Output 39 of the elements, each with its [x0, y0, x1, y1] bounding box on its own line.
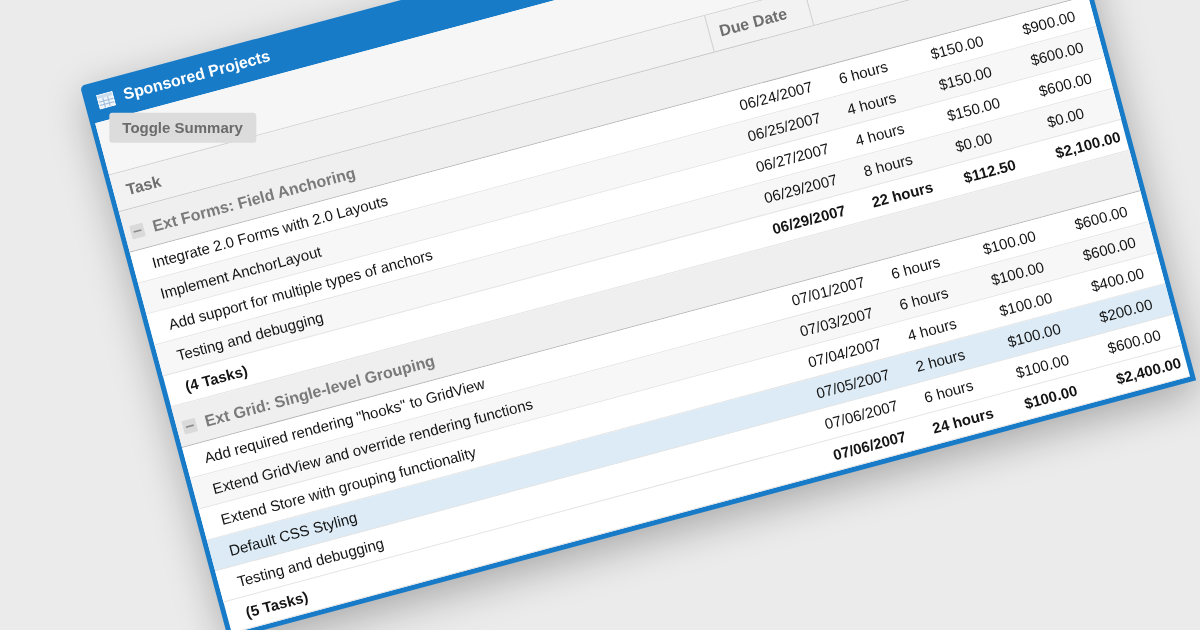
amount-value: $600.00 — [1080, 232, 1138, 264]
hours-value: 4 hours — [853, 119, 906, 149]
hours-value: 4 hours — [905, 314, 959, 344]
amount-value: $0.00 — [1045, 103, 1086, 131]
amount-value: $100.00 — [1022, 381, 1079, 412]
amount-value: $600.00 — [1105, 325, 1163, 357]
column-header: Task — [124, 172, 163, 199]
amount-value: $100.00 — [1013, 350, 1071, 381]
toggle-summary-button[interactable]: Toggle Summary — [109, 112, 256, 143]
amount-value: $150.00 — [928, 31, 986, 62]
hours-value: 22 hours — [869, 177, 935, 211]
hours-value: 8 hours — [861, 149, 915, 180]
amount-value: $150.00 — [945, 93, 1002, 124]
amount-value: $900.00 — [1020, 6, 1077, 38]
amount-value: $200.00 — [1097, 294, 1155, 326]
task-count: (5 Tasks) — [243, 587, 310, 621]
hours-value: 4 hours — [844, 88, 898, 118]
collapse-icon[interactable] — [181, 417, 199, 435]
hours-value: 6 hours — [888, 252, 942, 282]
grid-icon — [95, 90, 117, 110]
amount-value: $100.00 — [1005, 319, 1063, 350]
hours-value: 2 hours — [913, 345, 967, 375]
amount-value: $0.00 — [953, 128, 994, 155]
amount-value: $100.00 — [997, 288, 1055, 319]
hours-value: 24 hours — [930, 403, 996, 437]
task-count: (4 Tasks) — [183, 361, 250, 395]
amount-value: $400.00 — [1089, 263, 1146, 295]
hours-value: 6 hours — [897, 283, 950, 313]
hours-value: 6 hours — [922, 375, 975, 406]
amount-value: $100.00 — [980, 226, 1038, 258]
amount-value: $150.00 — [936, 62, 994, 93]
amount-value: $100.00 — [989, 257, 1046, 288]
column-header: Due Date — [717, 4, 789, 40]
amount-value: $600.00 — [1072, 202, 1130, 233]
amount-value: $600.00 — [1036, 68, 1094, 100]
amount-value: $112.50 — [961, 155, 1018, 186]
hours-value: 6 hours — [836, 57, 890, 87]
amount-value: $600.00 — [1028, 37, 1086, 69]
collapse-icon[interactable] — [128, 222, 146, 240]
